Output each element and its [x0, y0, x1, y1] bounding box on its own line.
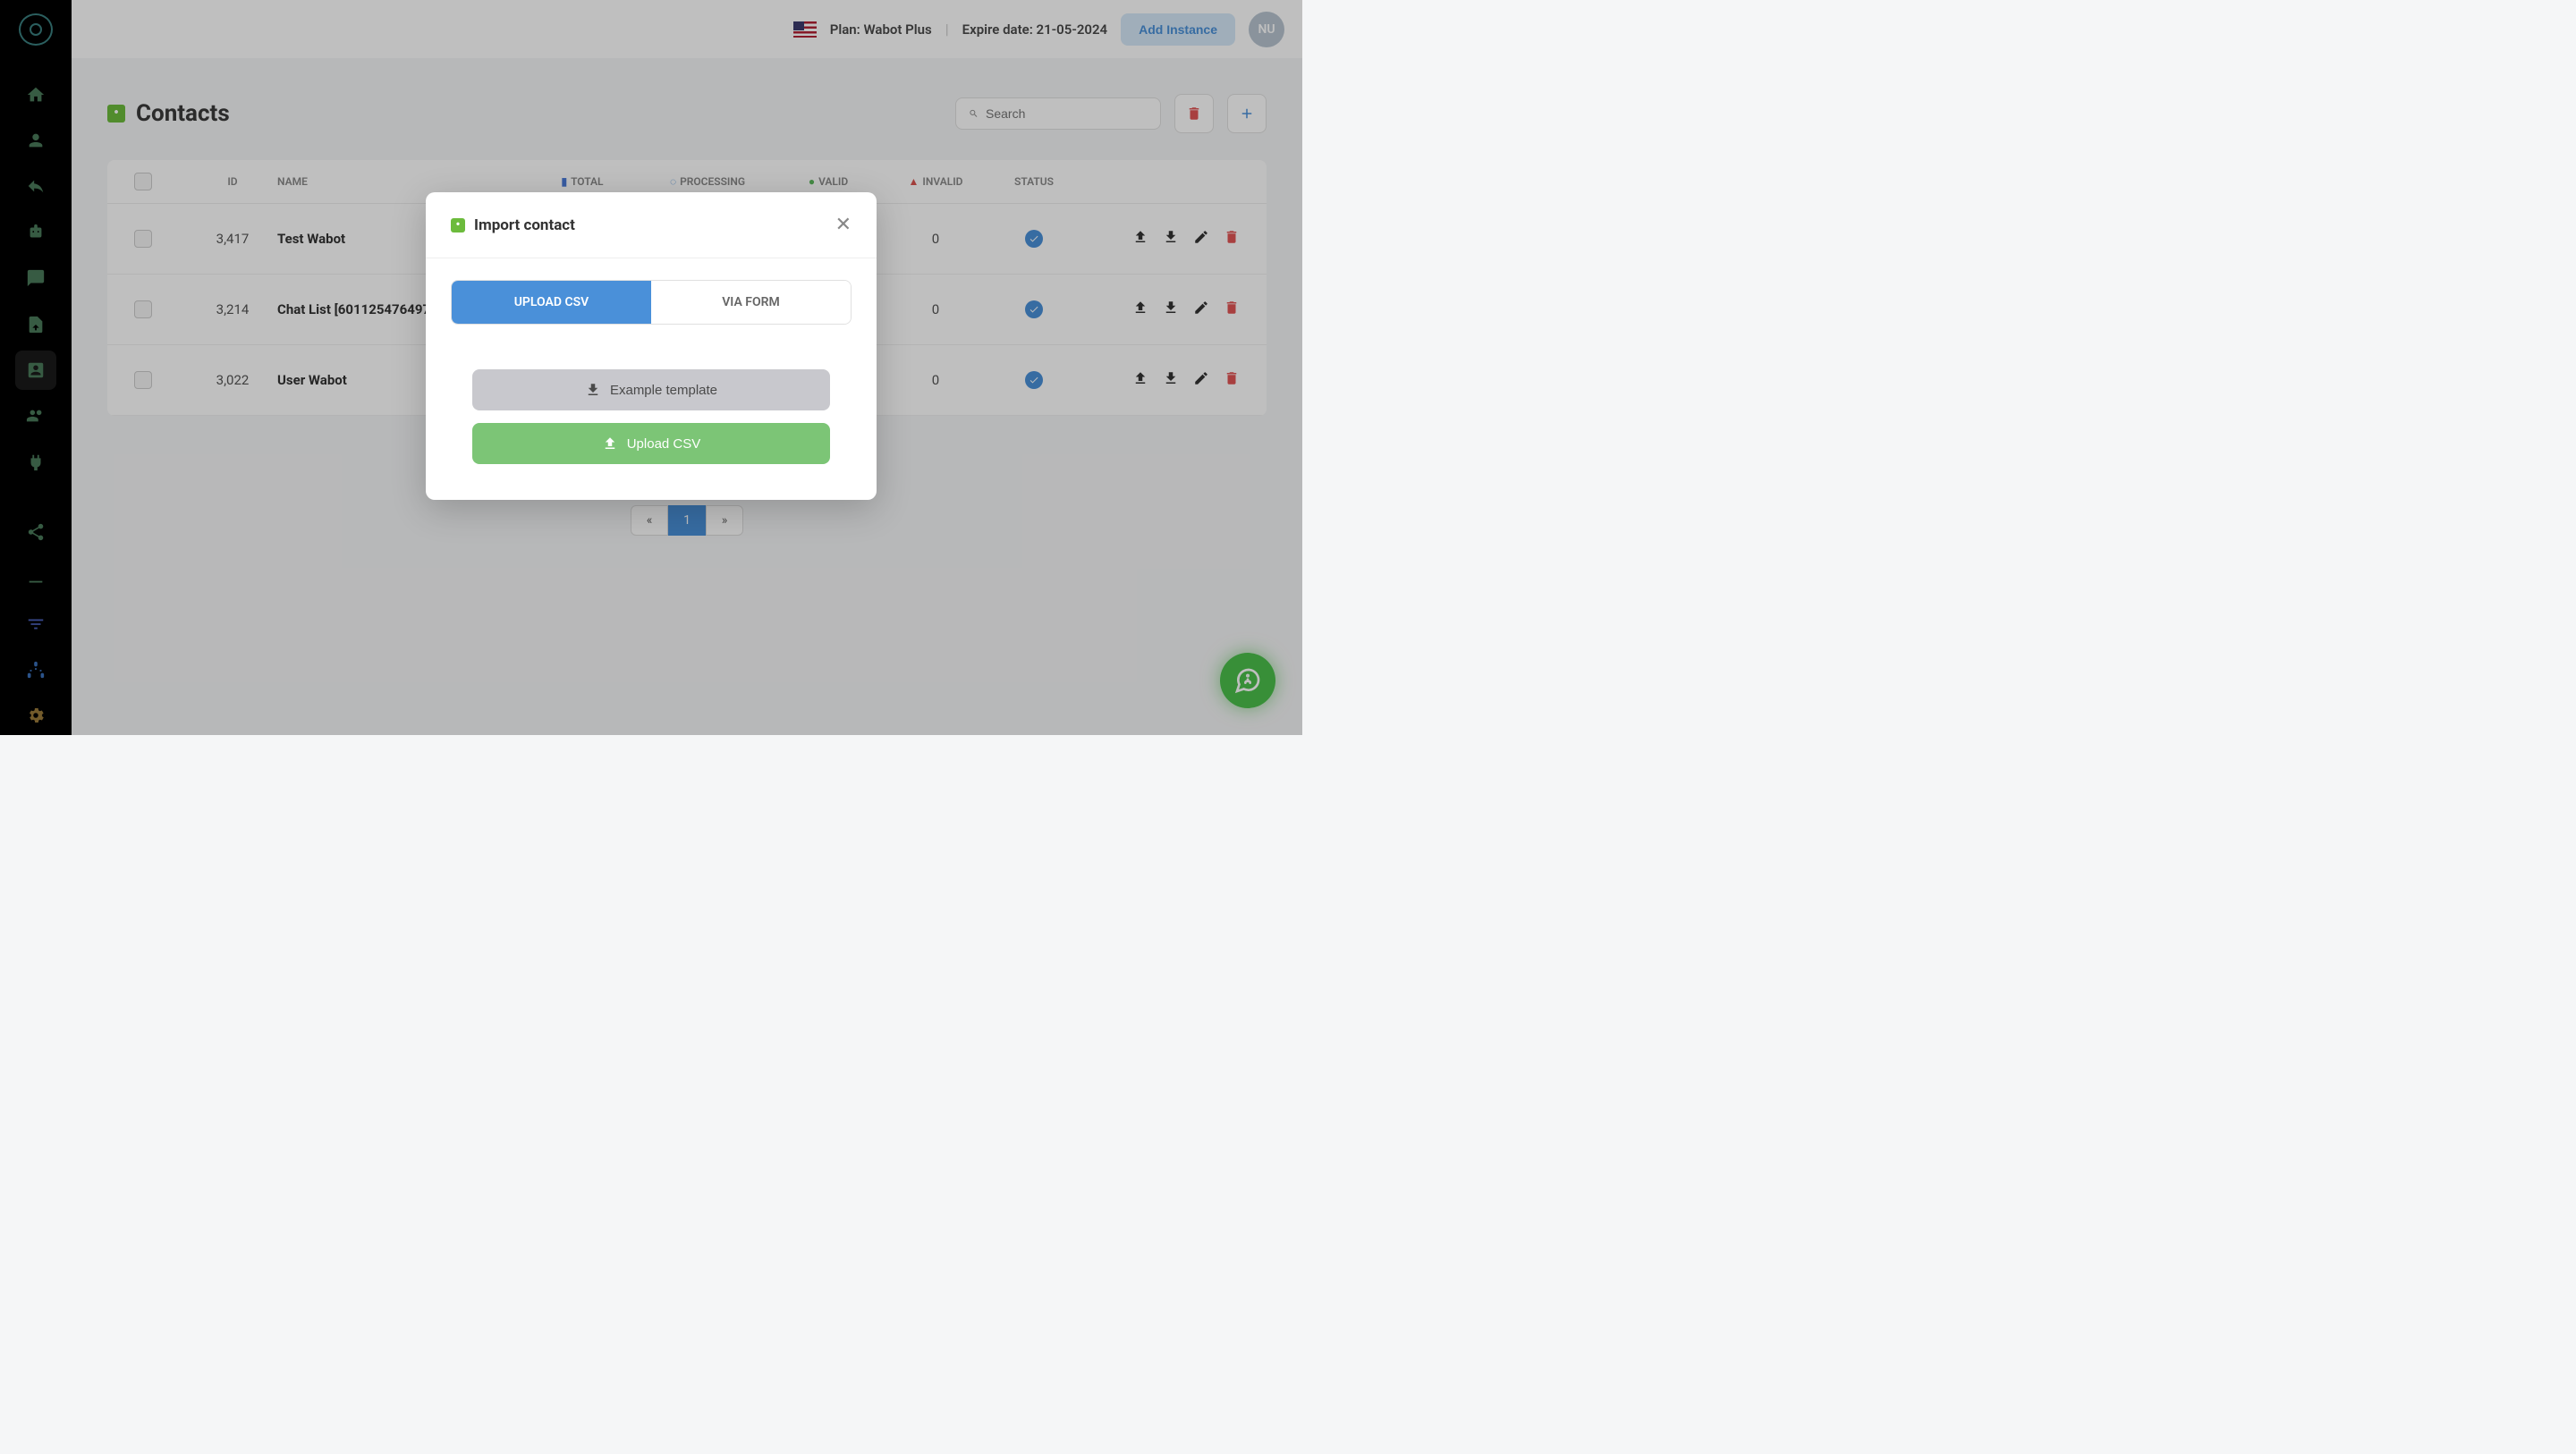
tab-upload-csv[interactable]: UPLOAD CSV: [452, 281, 651, 324]
contact-icon: [451, 218, 465, 232]
modal-overlay[interactable]: Import contact ✕ UPLOAD CSV VIA FORM Exa…: [0, 0, 1302, 735]
close-icon[interactable]: ✕: [835, 214, 852, 236]
upload-csv-button[interactable]: Upload CSV: [472, 423, 830, 464]
tab-via-form[interactable]: VIA FORM: [651, 281, 851, 324]
example-template-button[interactable]: Example template: [472, 369, 830, 410]
modal-tabs: UPLOAD CSV VIA FORM: [451, 280, 852, 325]
modal-title: Import contact: [474, 216, 575, 234]
import-modal: Import contact ✕ UPLOAD CSV VIA FORM Exa…: [426, 192, 877, 500]
